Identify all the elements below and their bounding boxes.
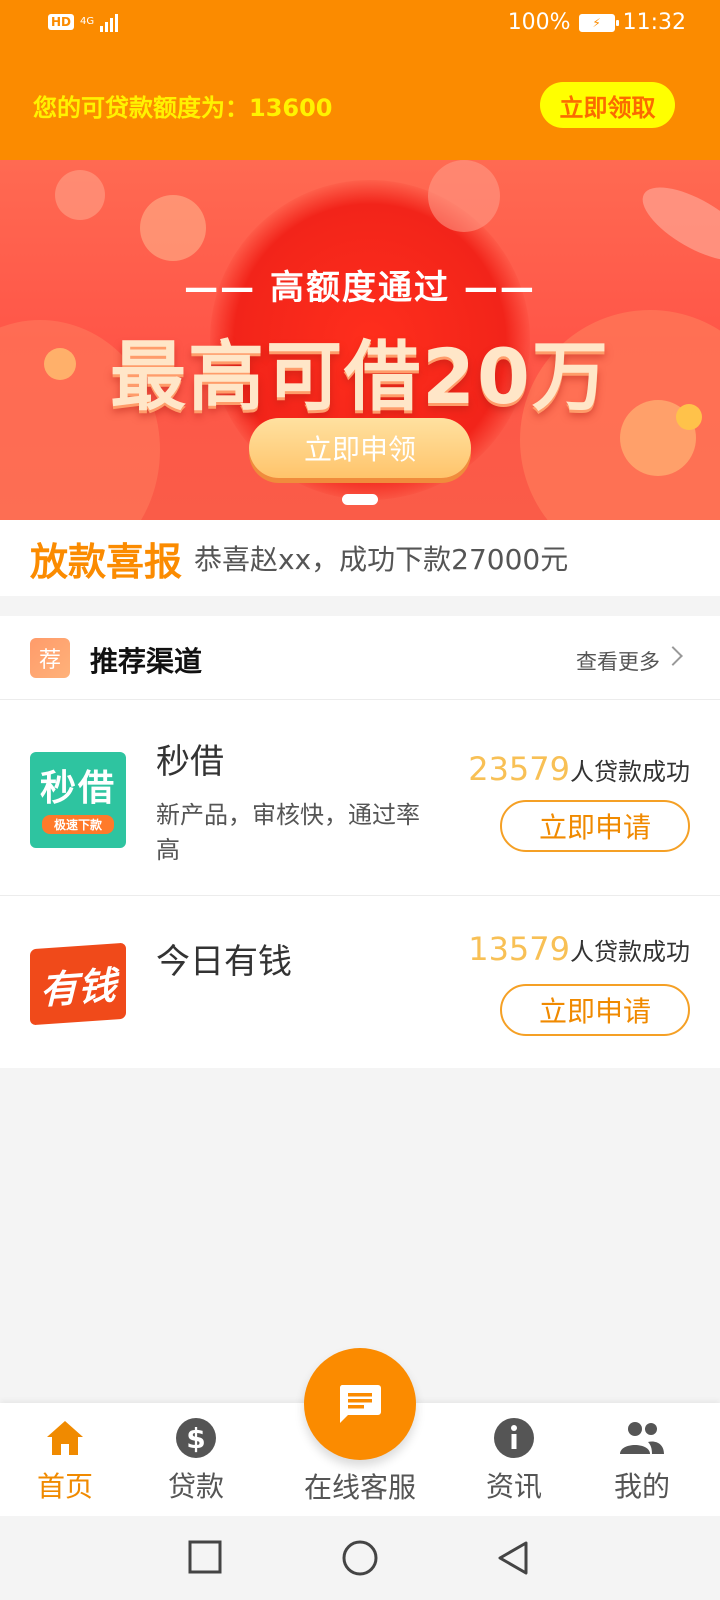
youqian-logo: 有钱 <box>30 942 126 1026</box>
battery-icon: ⚡ <box>578 13 619 32</box>
back-triangle-icon[interactable] <box>496 1540 530 1580</box>
success-count-suffix: 人贷款成功 <box>570 758 690 786</box>
network-label: 4G <box>80 17 94 27</box>
apply-now-banner-button[interactable]: 立即申领 <box>249 418 471 478</box>
loan-news-ticker: 放款喜报 恭喜赵xx，成功下款27000元 <box>0 520 720 596</box>
nav-loan[interactable]: $ 贷款 <box>136 1417 256 1505</box>
channel-item[interactable]: 有钱 今日有钱 13579人贷款成功 立即申请 <box>0 896 720 1068</box>
logo-subtext: 极速下款 <box>41 814 114 834</box>
svg-text:$: $ <box>186 1422 205 1455</box>
nav-label: 资讯 <box>485 1470 542 1503</box>
channel-name: 今日有钱 <box>156 942 292 982</box>
recommended-title: 推荐渠道 <box>90 645 203 678</box>
home-icon <box>5 1417 125 1459</box>
banner-decoration <box>55 170 105 220</box>
success-count-suffix: 人贷款成功 <box>570 938 690 966</box>
banner-headline: 最高可借20万 <box>110 332 610 421</box>
recommended-header: 荐 推荐渠道 查看更多 <box>0 616 720 700</box>
view-more-link[interactable]: 查看更多 <box>576 646 660 676</box>
news-text: 恭喜赵xx，成功下款27000元 <box>194 543 569 576</box>
channel-item[interactable]: 秒借 极速下款 秒借 新产品，审核快，通过率高 23579人贷款成功 立即申请 <box>0 700 720 896</box>
banner-pagination-dot <box>342 494 378 505</box>
battery-percent: 100% <box>507 10 571 35</box>
hd-badge: HD <box>48 14 75 30</box>
channel-description: 新产品，审核快，通过率高 <box>156 801 420 864</box>
logo-text: 秒借 <box>39 767 116 809</box>
banner-decoration <box>428 160 500 232</box>
nav-mine[interactable]: 我的 <box>582 1417 702 1505</box>
people-icon <box>582 1417 702 1459</box>
apply-button[interactable]: 立即申请 <box>500 800 690 852</box>
status-bar: HD 4G 100% ⚡ 11:32 <box>0 0 720 50</box>
system-navigation-bar <box>0 1516 720 1600</box>
nav-info[interactable]: 资讯 <box>454 1417 574 1505</box>
status-left: HD 4G <box>48 12 119 32</box>
online-service-button[interactable] <box>304 1348 416 1460</box>
info-icon <box>454 1417 574 1459</box>
nav-label: 我的 <box>613 1470 670 1503</box>
banner-subtitle: —— 高额度通过 —— <box>184 268 536 308</box>
nav-home[interactable]: 首页 <box>5 1417 125 1505</box>
news-title: 放款喜报 <box>30 539 183 584</box>
dollar-icon: $ <box>136 1417 256 1459</box>
miaojie-logo: 秒借 极速下款 <box>30 752 126 848</box>
nav-label: 贷款 <box>167 1470 224 1503</box>
recent-apps-icon[interactable] <box>188 1540 222 1578</box>
signal-icon <box>100 12 119 32</box>
success-count: 13579人贷款成功 <box>468 930 690 968</box>
claim-now-button[interactable]: 立即领取 <box>540 82 675 128</box>
channel-name: 秒借 <box>156 742 224 782</box>
success-count: 23579人贷款成功 <box>468 750 690 788</box>
success-count-number: 23579 <box>468 750 570 788</box>
online-service-label: 在线客服 <box>303 1471 416 1504</box>
clock: 11:32 <box>622 10 686 35</box>
logo-text: 有钱 <box>39 962 116 1013</box>
home-circle-icon[interactable] <box>342 1540 378 1580</box>
recommended-channels: 荐 推荐渠道 查看更多 秒借 极速下款 秒借 新产品，审核快，通过率高 2357… <box>0 616 720 1068</box>
nav-label: 首页 <box>36 1470 93 1503</box>
network-type: 4G <box>80 16 95 27</box>
apply-button[interactable]: 立即申请 <box>500 984 690 1036</box>
header: 您的可贷款额度为：13600 立即领取 <box>0 50 720 160</box>
status-right: 100% ⚡ 11:32 <box>508 10 686 35</box>
loan-quota-text: 您的可贷款额度为：13600 <box>33 94 333 122</box>
chat-icon <box>339 1385 381 1423</box>
banner-decoration <box>140 195 206 261</box>
chevron-right-icon[interactable] <box>663 646 683 666</box>
success-count-number: 13579 <box>468 930 570 968</box>
promo-banner[interactable]: —— 高额度通过 —— 最高可借20万 立即申领 <box>0 160 720 520</box>
recommend-icon: 荐 <box>30 638 70 678</box>
